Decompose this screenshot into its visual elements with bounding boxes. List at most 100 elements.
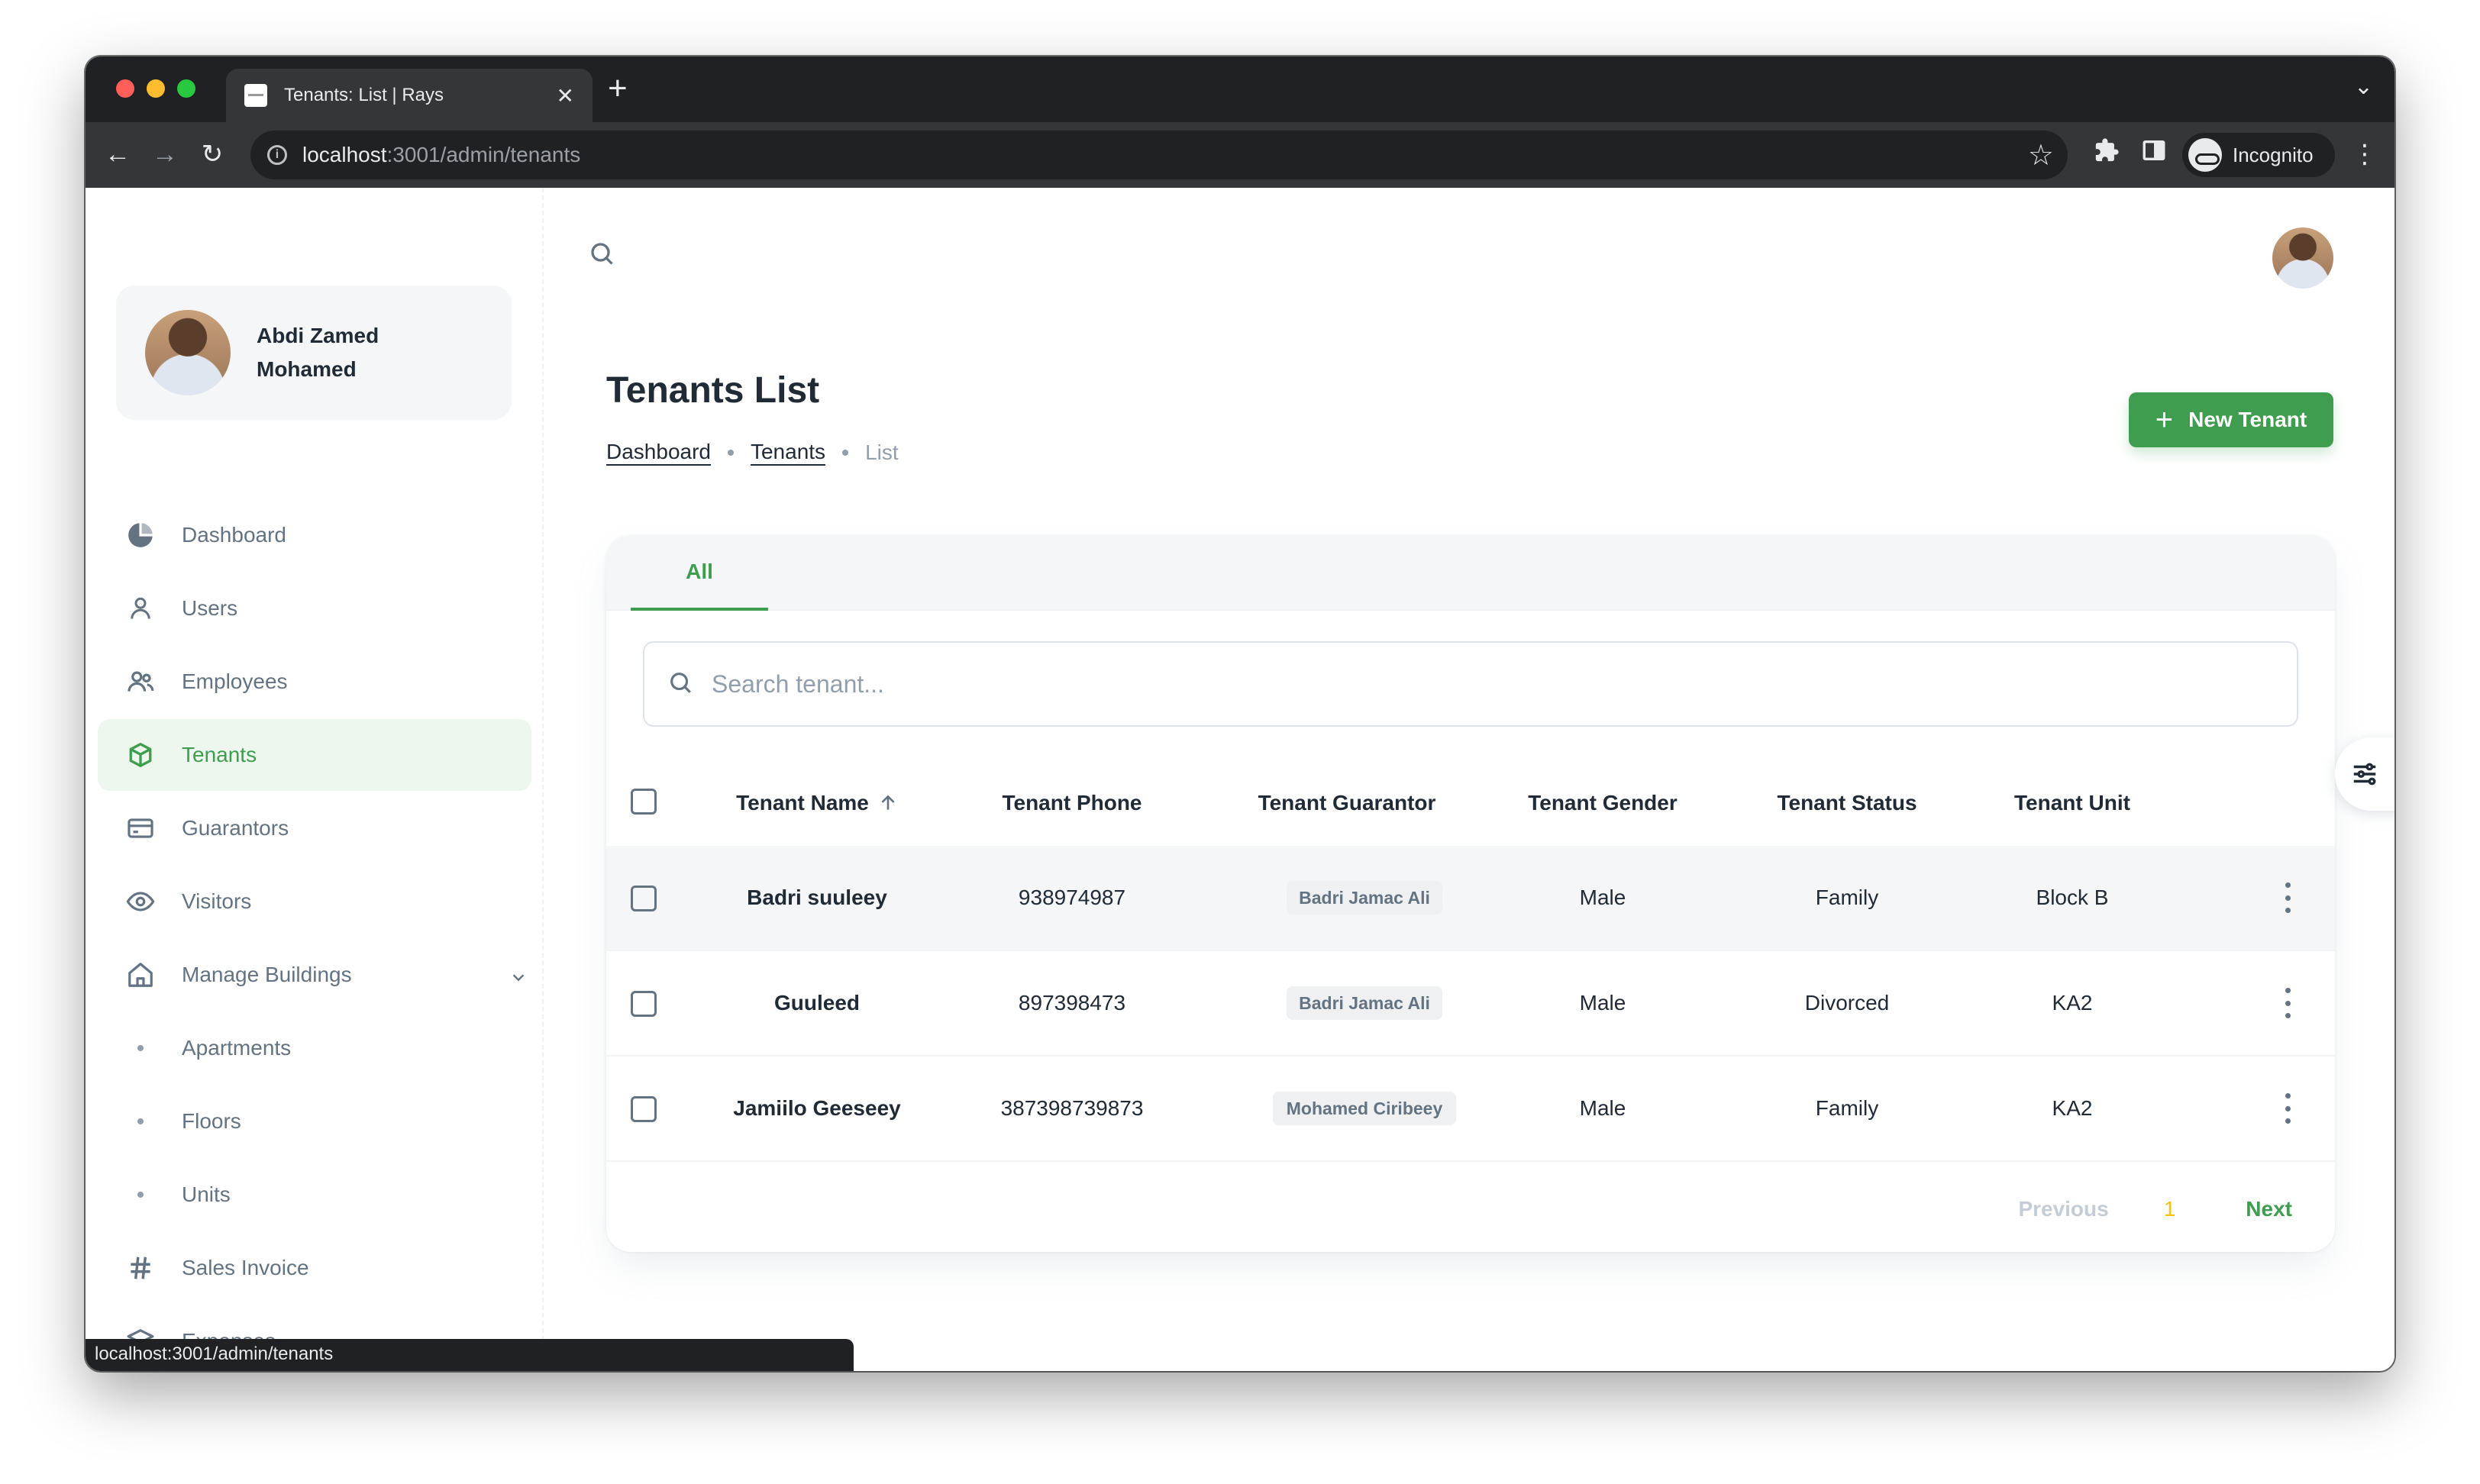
column-header-label: Tenant Name xyxy=(736,791,869,815)
user-icon xyxy=(125,593,156,624)
cell-tenant-gender: Male xyxy=(1579,1096,1626,1120)
select-all-checkbox[interactable] xyxy=(631,789,657,815)
new-tab-icon[interactable]: + xyxy=(608,72,628,105)
sidebar-item-label: Visitors xyxy=(182,889,252,913)
sidebar-item-visitors[interactable]: Visitors xyxy=(98,866,531,937)
breadcrumb: Dashboard Tenants List xyxy=(606,440,899,466)
more-vertical-icon[interactable] xyxy=(2283,882,2292,913)
browser-tab[interactable]: Tenants: List | Rays ✕ xyxy=(226,69,593,122)
app-viewport: Abdi Zamed Mohamed Dashboard Users Emplo… xyxy=(86,188,2394,1371)
column-header-tenant-phone[interactable]: Tenant Phone xyxy=(980,791,1164,815)
new-tenant-label: New Tenant xyxy=(2188,408,2307,431)
column-header-tenant-guarantor[interactable]: Tenant Guarantor xyxy=(1232,791,1461,815)
sidebar-item-tenants[interactable]: Tenants xyxy=(98,719,531,791)
close-tab-icon[interactable]: ✕ xyxy=(557,83,574,108)
page-number[interactable]: 1 xyxy=(2164,1197,2176,1221)
row-checkbox[interactable] xyxy=(631,991,657,1017)
side-panel-icon[interactable] xyxy=(2141,137,2167,170)
sidebar-item-label: Guarantors xyxy=(182,816,289,840)
sidebar-item-label: Sales Invoice xyxy=(182,1256,309,1279)
address-bar[interactable]: i localhost:3001/admin/tenants ☆ xyxy=(250,131,2068,179)
row-checkbox[interactable] xyxy=(631,1096,657,1122)
maximize-window-button[interactable] xyxy=(177,79,195,98)
cell-tenant-phone: 938974987 xyxy=(1018,886,1126,909)
dot-icon xyxy=(125,1033,156,1063)
cell-tenant-status: Family xyxy=(1815,1096,1879,1120)
sidebar-item-sales-invoice[interactable]: Sales Invoice xyxy=(98,1232,531,1304)
sidebar-item-label: Employees xyxy=(182,669,288,693)
cell-tenant-name: Guuleed xyxy=(773,991,860,1015)
sidebar-item-units[interactable]: Units xyxy=(98,1159,531,1231)
close-window-button[interactable] xyxy=(116,79,134,98)
breadcrumb-separator xyxy=(842,450,849,456)
table-row[interactable]: Guuleed 897398473 Badri Jamac Ali Male D… xyxy=(606,951,2335,1057)
more-vertical-icon[interactable] xyxy=(2283,1093,2292,1124)
next-page-button[interactable]: Next xyxy=(2246,1197,2292,1221)
dot-icon xyxy=(125,1179,156,1210)
sidebar-item-label: Dashboard xyxy=(182,523,286,547)
sidebar-item-users[interactable]: Users xyxy=(98,573,531,644)
forward-arrow-icon[interactable]: → xyxy=(150,139,180,169)
sidebar-item-apartments[interactable]: Apartments xyxy=(98,1012,531,1084)
sidebar-item-label: Tenants xyxy=(182,743,257,766)
reload-icon[interactable]: ↻ xyxy=(197,139,228,169)
sidebar-item-dashboard[interactable]: Dashboard xyxy=(98,499,531,571)
card-icon xyxy=(125,813,156,844)
breadcrumb-dashboard[interactable]: Dashboard xyxy=(606,440,711,466)
cell-tenant-status: Family xyxy=(1815,886,1879,909)
column-header-tenant-unit[interactable]: Tenant Unit xyxy=(1981,791,2164,815)
sidebar-item-floors[interactable]: Floors xyxy=(98,1086,531,1157)
incognito-badge[interactable]: Incognito xyxy=(2182,133,2335,177)
main-content: Tenants List Dashboard Tenants List + Ne… xyxy=(545,188,2394,1371)
column-header-tenant-status[interactable]: Tenant Status xyxy=(1752,791,1942,815)
cell-tenant-name: Jamiilo Geeseey xyxy=(733,1096,901,1120)
table-row[interactable]: Badri suuleey 938974987 Badri Jamac Ali … xyxy=(606,846,2335,951)
breadcrumb-separator xyxy=(727,450,734,456)
previous-page-button[interactable]: Previous xyxy=(2018,1197,2108,1221)
table-row[interactable]: Jamiilo Geeseey 387398739873 Mohamed Cir… xyxy=(606,1057,2335,1162)
tab-all[interactable]: All xyxy=(631,536,768,611)
link-status-bar: localhost:3001/admin/tenants xyxy=(86,1339,854,1371)
more-vertical-icon[interactable] xyxy=(2283,988,2292,1018)
chevron-down-icon[interactable] xyxy=(510,966,527,991)
row-checkbox[interactable] xyxy=(631,886,657,911)
sidebar-nav: Dashboard Users Employees Tenants Guaran… xyxy=(98,499,531,1371)
back-arrow-icon[interactable]: ← xyxy=(102,139,133,169)
cell-tenant-name: Badri suuleey xyxy=(747,886,887,909)
settings-drawer-button[interactable] xyxy=(2335,737,2394,811)
sidebar-item-label: Units xyxy=(182,1182,231,1206)
cell-tenant-gender: Male xyxy=(1579,991,1626,1015)
bookmark-star-icon[interactable]: ☆ xyxy=(2028,138,2054,173)
sidebar-item-employees[interactable]: Employees xyxy=(98,646,531,718)
browser-menu-icon[interactable]: ⋮ xyxy=(2352,139,2378,169)
search-input[interactable] xyxy=(712,669,2162,698)
guarantor-chip: Badri Jamac Ali xyxy=(1287,986,1442,1020)
url-path: :3001/admin/tenants xyxy=(386,143,581,166)
column-header-tenant-gender[interactable]: Tenant Gender xyxy=(1507,791,1698,815)
browser-tab-bar: Tenants: List | Rays ✕ + ⌄ xyxy=(86,56,2394,122)
sidebar-item-label: Apartments xyxy=(182,1036,292,1060)
avatar[interactable] xyxy=(2272,227,2333,289)
site-info-icon[interactable]: i xyxy=(267,145,287,165)
sliders-icon xyxy=(2353,763,2376,786)
breadcrumb-tenants[interactable]: Tenants xyxy=(750,440,826,466)
sidebar-item-manage-buildings[interactable]: Manage Buildings xyxy=(98,939,531,1011)
cell-tenant-gender: Male xyxy=(1579,886,1626,909)
search-icon[interactable] xyxy=(588,240,615,271)
sidebar-item-guarantors[interactable]: Guarantors xyxy=(98,792,531,864)
pagination: Previous 1 Next xyxy=(2018,1197,2292,1221)
search-field[interactable] xyxy=(643,641,2298,727)
tab-title: Tenants: List | Rays xyxy=(284,85,444,105)
extensions-icon[interactable] xyxy=(2094,137,2120,170)
browser-toolbar: ← → ↻ i localhost:3001/admin/tenants ☆ I… xyxy=(86,122,2394,188)
cell-tenant-unit: KA2 xyxy=(2052,991,2093,1015)
search-icon xyxy=(667,669,693,699)
chevron-down-icon[interactable]: ⌄ xyxy=(2354,73,2373,100)
account-card[interactable]: Abdi Zamed Mohamed xyxy=(116,286,512,420)
column-header-tenant-name[interactable]: Tenant Name xyxy=(725,791,909,815)
minimize-window-button[interactable] xyxy=(147,79,165,98)
new-tenant-button[interactable]: + New Tenant xyxy=(2129,392,2333,447)
hash-icon xyxy=(125,1253,156,1283)
dot-icon xyxy=(125,1106,156,1137)
tenants-table-card: All Tenant Name Tenant Phone Tenant Gu xyxy=(606,536,2335,1252)
